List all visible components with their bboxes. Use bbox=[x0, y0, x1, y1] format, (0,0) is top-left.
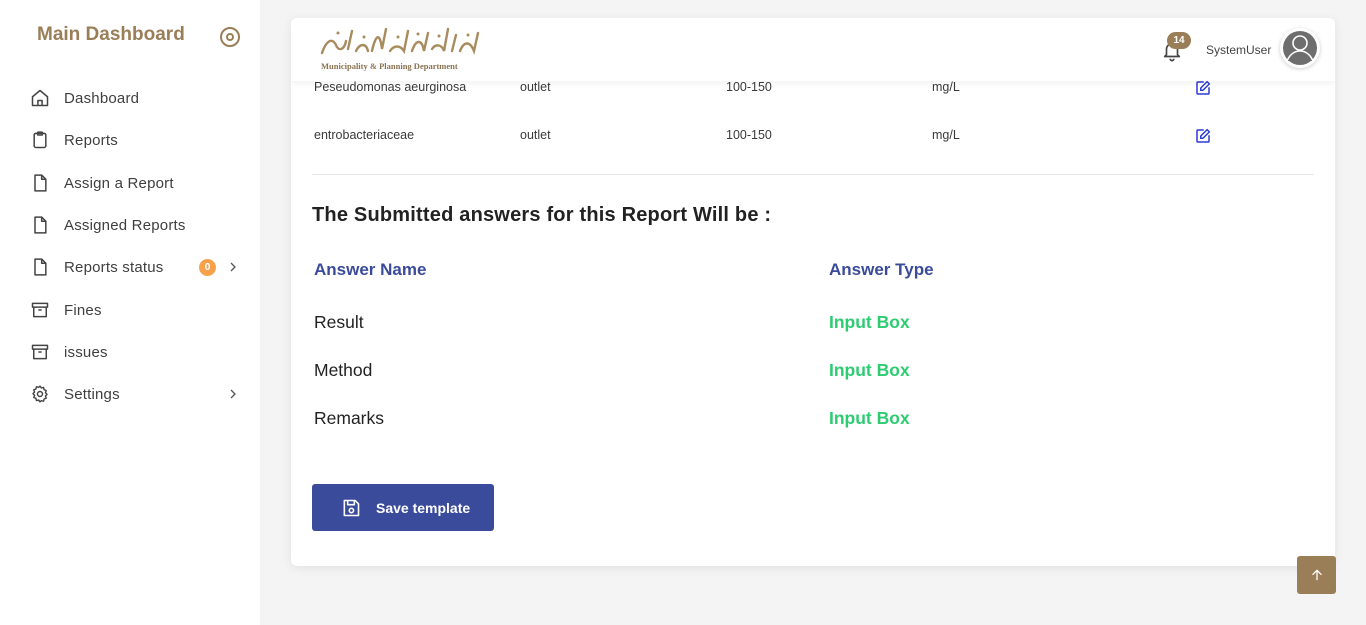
file-icon bbox=[30, 173, 50, 193]
sidebar-item-fines[interactable]: Fines bbox=[30, 295, 245, 325]
cell-location: outlet bbox=[520, 80, 551, 94]
sidebar-item-reports[interactable]: Reports bbox=[30, 125, 245, 155]
arabic-calligraphy-logo bbox=[320, 27, 480, 56]
sidebar-item-settings[interactable]: Settings bbox=[30, 379, 245, 409]
answer-type: Input Box bbox=[829, 408, 910, 428]
arrow-up-icon bbox=[1311, 569, 1322, 581]
file-icon bbox=[30, 215, 50, 235]
answer-type-header: Answer Type bbox=[829, 260, 934, 279]
answer-name: Result bbox=[314, 312, 364, 332]
answer-name: Remarks bbox=[314, 408, 385, 428]
archive-icon bbox=[30, 300, 50, 320]
sidebar-item-label: Fines bbox=[64, 301, 102, 319]
sidebar-toggle-icon[interactable] bbox=[220, 27, 240, 47]
answer-name: Method bbox=[314, 360, 373, 380]
edit-icon[interactable] bbox=[1194, 127, 1212, 145]
avatar[interactable] bbox=[1280, 28, 1320, 68]
username[interactable]: SystemUser bbox=[1206, 43, 1271, 57]
sidebar: Main Dashboard Dashboard Reports Assign … bbox=[0, 0, 260, 625]
answer-name-header: Answer Name bbox=[314, 260, 427, 279]
home-icon bbox=[30, 88, 50, 108]
chevron-right-icon bbox=[230, 262, 236, 272]
chevron-right-icon bbox=[230, 389, 236, 399]
sidebar-item-label: Settings bbox=[64, 385, 120, 403]
brand-title: Main Dashboard bbox=[37, 24, 185, 45]
logo-subtitle: Municipality & Planning Department bbox=[321, 61, 458, 71]
save-icon bbox=[343, 499, 360, 516]
cell-location: outlet bbox=[520, 128, 551, 142]
cell-unit: mg/L bbox=[932, 128, 960, 142]
divider bbox=[312, 174, 1314, 175]
sidebar-item-label: issues bbox=[64, 343, 108, 361]
gear-icon bbox=[30, 384, 50, 404]
answer-type: Input Box bbox=[829, 360, 910, 380]
sidebar-item-label: Dashboard bbox=[64, 89, 140, 107]
sidebar-item-label: Reports status bbox=[64, 258, 164, 276]
edit-icon[interactable] bbox=[1194, 79, 1212, 97]
sidebar-item-label: Assigned Reports bbox=[64, 216, 186, 234]
save-button-label: Save template bbox=[376, 499, 471, 516]
section-title: The Submitted answers for this Report Wi… bbox=[312, 204, 772, 226]
table-row: entrobacteriaceae outlet 100-150 mg/L bbox=[314, 126, 1314, 146]
save-template-button[interactable]: Save template bbox=[312, 484, 494, 531]
top-bar: Municipality & Planning Department 14 Sy… bbox=[291, 18, 1335, 81]
notification-badge: 14 bbox=[1167, 32, 1191, 49]
file-icon bbox=[30, 257, 50, 277]
cell-range: 100-150 bbox=[726, 128, 772, 142]
cell-name: Peseudomonas aeurginosa bbox=[314, 80, 467, 94]
cell-range: 100-150 bbox=[726, 80, 772, 94]
sidebar-item-reports-status[interactable]: Reports status 0 bbox=[30, 252, 245, 282]
sidebar-item-assign-report[interactable]: Assign a Report bbox=[30, 168, 245, 198]
sidebar-item-issues[interactable]: issues bbox=[30, 337, 245, 367]
archive-icon bbox=[30, 342, 50, 362]
status-badge: 0 bbox=[199, 259, 216, 276]
sidebar-item-dashboard[interactable]: Dashboard bbox=[30, 83, 245, 113]
scroll-to-top-button[interactable] bbox=[1297, 556, 1336, 594]
answer-type: Input Box bbox=[829, 312, 910, 332]
sidebar-item-assigned-reports[interactable]: Assigned Reports bbox=[30, 210, 245, 240]
cell-name: entrobacteriaceae bbox=[314, 128, 415, 142]
cell-unit: mg/L bbox=[932, 80, 960, 94]
sidebar-item-label: Assign a Report bbox=[64, 174, 174, 192]
sidebar-item-label: Reports bbox=[64, 131, 118, 149]
department-logo: Municipality & Planning Department bbox=[318, 23, 483, 75]
table-row: Peseudomonas aeurginosa outlet 100-150 m… bbox=[314, 78, 1314, 98]
main-card: Municipality & Planning Department 14 Sy… bbox=[291, 18, 1335, 566]
clipboard-icon bbox=[30, 130, 50, 150]
